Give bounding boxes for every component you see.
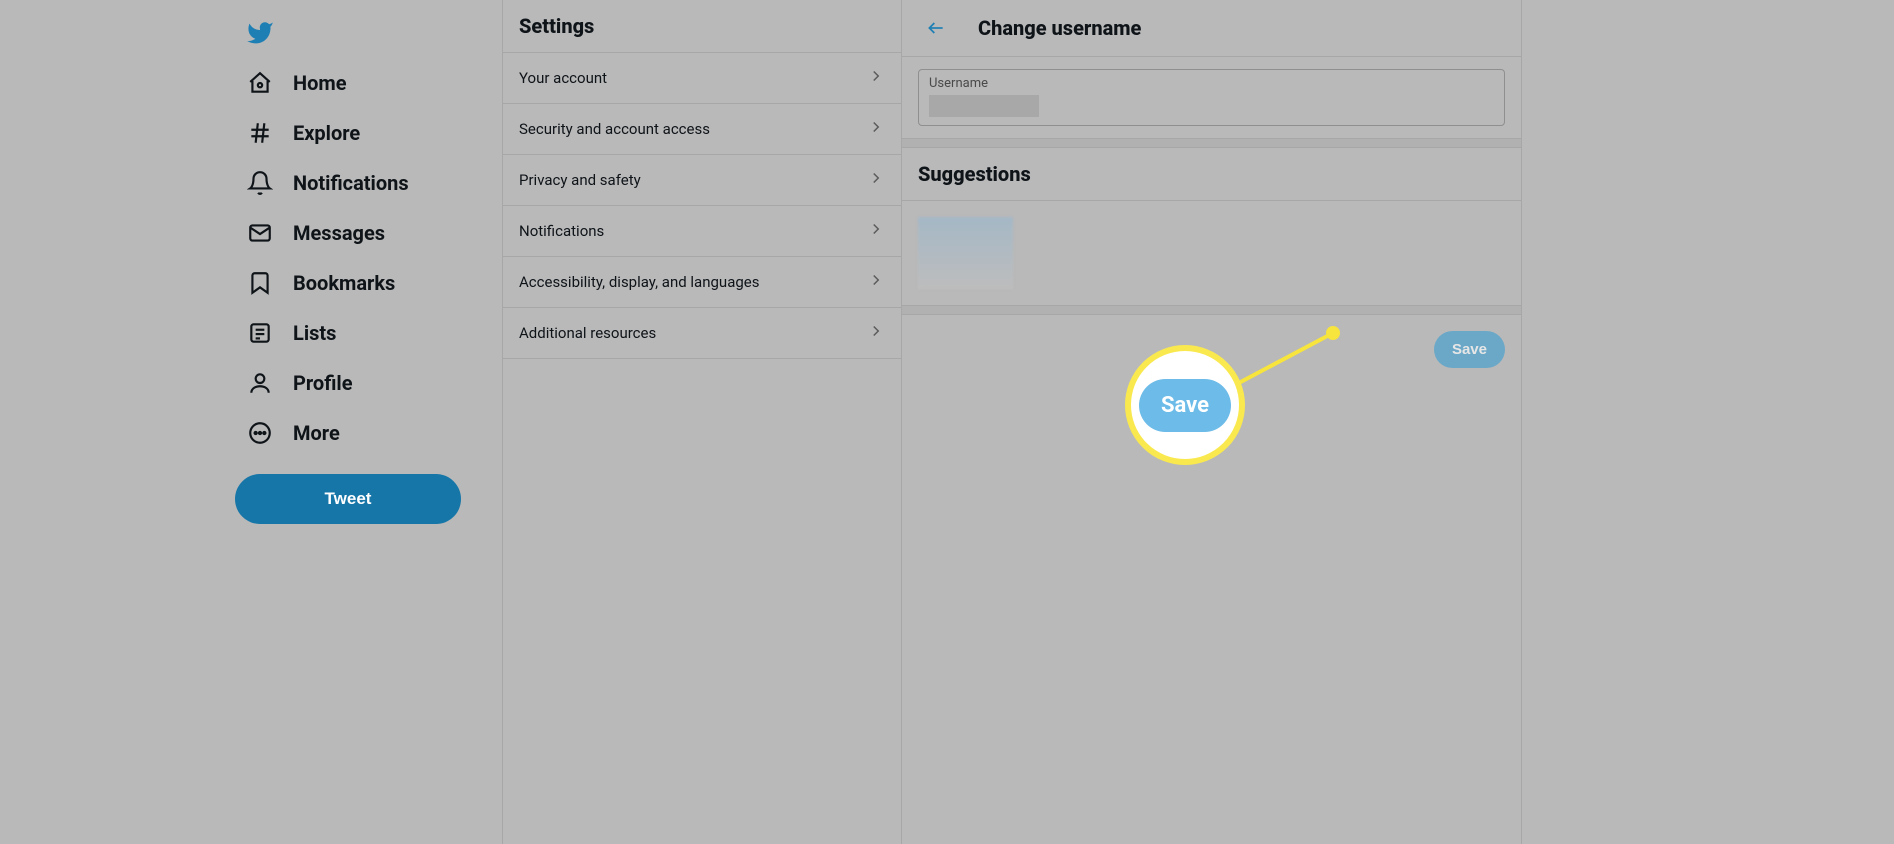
chevron-right-icon <box>867 67 885 89</box>
settings-column: Settings Your account Security and accou… <box>502 0 902 844</box>
suggestions-body <box>902 201 1521 305</box>
chevron-right-icon <box>867 220 885 242</box>
settings-item-accessibility[interactable]: Accessibility, display, and languages <box>503 257 901 308</box>
nav-item-home[interactable]: Home <box>235 58 502 108</box>
nav-item-bookmarks[interactable]: Bookmarks <box>235 258 502 308</box>
username-field[interactable]: Username <box>918 69 1505 126</box>
primary-nav: Home Explore Notifications Messages Book <box>227 0 502 844</box>
back-button[interactable] <box>918 10 954 46</box>
home-icon <box>247 70 273 96</box>
chevron-right-icon <box>867 322 885 344</box>
nav-item-explore[interactable]: Explore <box>235 108 502 158</box>
settings-item-additional[interactable]: Additional resources <box>503 308 901 359</box>
username-label: Username <box>929 76 1494 91</box>
bell-icon <box>247 170 273 196</box>
nav-item-profile[interactable]: Profile <box>235 358 502 408</box>
chevron-right-icon <box>867 118 885 140</box>
section-divider <box>902 305 1521 315</box>
twitter-logo[interactable] <box>235 8 285 58</box>
list-icon <box>247 320 273 346</box>
settings-item-label: Additional resources <box>519 324 656 342</box>
nav-item-lists[interactable]: Lists <box>235 308 502 358</box>
settings-item-label: Notifications <box>519 222 604 240</box>
section-divider <box>902 138 1521 148</box>
nav-item-more[interactable]: More <box>235 408 502 458</box>
settings-item-notifications[interactable]: Notifications <box>503 206 901 257</box>
save-row: Save <box>902 315 1521 384</box>
suggestions-title: Suggestions <box>902 148 1521 201</box>
nav-label: Messages <box>293 221 385 245</box>
nav-item-notifications[interactable]: Notifications <box>235 158 502 208</box>
hashtag-icon <box>247 120 273 146</box>
user-icon <box>247 370 273 396</box>
nav-item-messages[interactable]: Messages <box>235 208 502 258</box>
detail-title: Change username <box>978 16 1141 40</box>
save-button[interactable]: Save <box>1434 331 1505 368</box>
nav-label: Notifications <box>293 171 409 195</box>
tweet-button[interactable]: Tweet <box>235 474 461 524</box>
settings-item-label: Accessibility, display, and languages <box>519 273 759 291</box>
nav-label: Bookmarks <box>293 271 395 295</box>
suggestion-redacted <box>918 217 1013 289</box>
chevron-right-icon <box>867 169 885 191</box>
nav-label: Profile <box>293 371 353 395</box>
settings-item-privacy[interactable]: Privacy and safety <box>503 155 901 206</box>
settings-title: Settings <box>503 0 901 53</box>
settings-item-label: Your account <box>519 69 607 87</box>
more-icon <box>247 420 273 446</box>
settings-item-security[interactable]: Security and account access <box>503 104 901 155</box>
settings-item-label: Security and account access <box>519 120 710 138</box>
bookmark-icon <box>247 270 273 296</box>
mail-icon <box>247 220 273 246</box>
settings-item-your-account[interactable]: Your account <box>503 53 901 104</box>
nav-label: More <box>293 421 340 445</box>
username-value-redacted <box>929 95 1039 117</box>
detail-header: Change username <box>902 0 1521 57</box>
chevron-right-icon <box>867 271 885 293</box>
nav-label: Lists <box>293 321 336 345</box>
settings-item-label: Privacy and safety <box>519 171 641 189</box>
detail-column: Change username Username Suggestions Sav… <box>902 0 1522 844</box>
nav-label: Explore <box>293 121 360 145</box>
nav-label: Home <box>293 71 347 95</box>
